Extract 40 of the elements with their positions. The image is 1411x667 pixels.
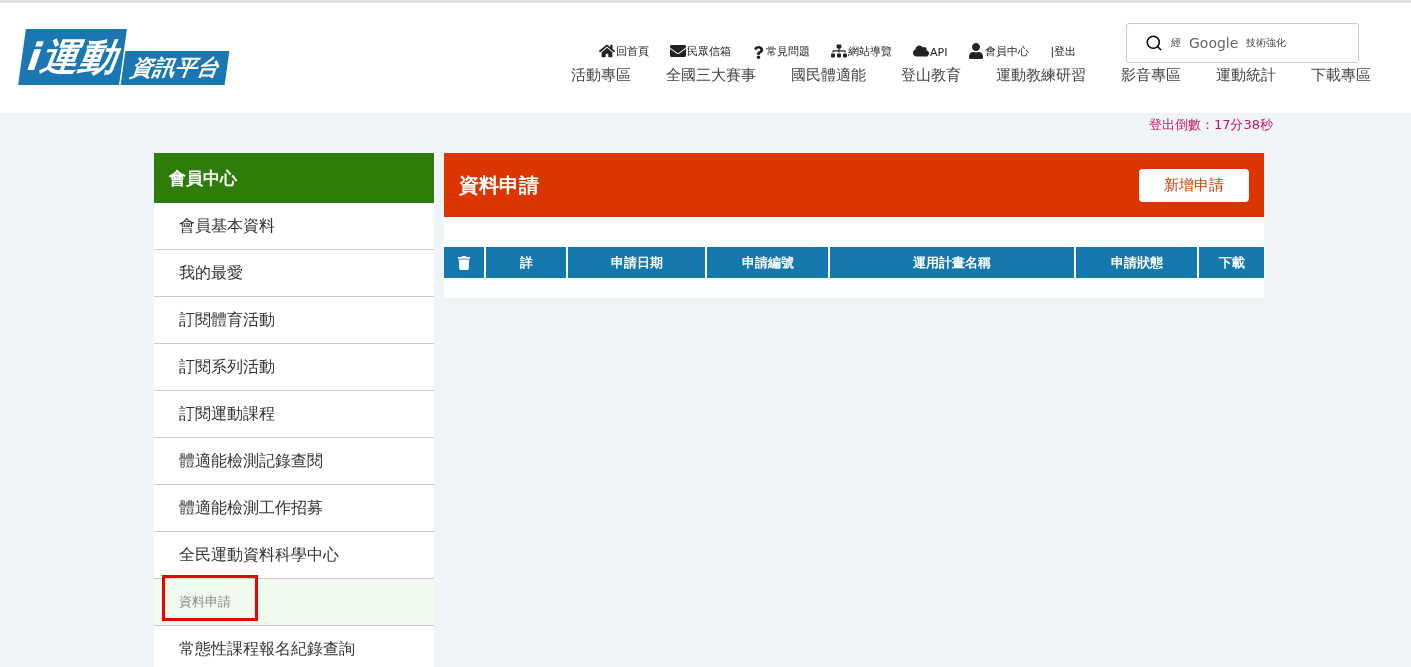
logout-countdown: 登出倒數：17分38秒 <box>1147 116 1273 134</box>
home-icon <box>599 43 615 59</box>
nav-link[interactable]: 運動統計 <box>1216 66 1276 85</box>
search-suffix: 技術強化 <box>1246 36 1287 50</box>
top-link[interactable]: 民眾信箱 <box>670 43 731 59</box>
add-request-button[interactable]: 新增申請 <box>1139 168 1249 202</box>
table-header: 運用計畫名稱 <box>830 247 1074 278</box>
logo-sub-text: 資訊平台 <box>120 51 230 85</box>
nav-link[interactable]: 活動專區 <box>571 66 631 85</box>
nav-link[interactable]: 下載專區 <box>1311 66 1371 85</box>
logo-main-text: i運動 <box>18 29 127 85</box>
top-link[interactable]: 回首頁 <box>599 43 649 59</box>
search-prefix: 經 <box>1171 36 1181 50</box>
sidebar-title: 會員中心 <box>154 153 434 203</box>
nav-link[interactable]: 國民體適能 <box>791 66 866 85</box>
search-box[interactable]: 經 Google 技術強化 <box>1126 23 1359 63</box>
cloud-icon <box>913 43 929 59</box>
mail-icon <box>670 43 686 59</box>
nav-link[interactable]: 影音專區 <box>1121 66 1181 85</box>
search-brand: Google <box>1189 35 1239 51</box>
top-link[interactable]: 網站導覽 <box>831 43 892 59</box>
table-header[interactable] <box>444 247 484 278</box>
user-icon <box>968 43 985 59</box>
top-link[interactable]: |登出 <box>1050 44 1077 59</box>
trash-icon <box>457 255 471 270</box>
nav-link[interactable]: 登山教育 <box>901 66 961 85</box>
nav-link[interactable]: 運動教練研習 <box>996 66 1086 85</box>
top-link[interactable]: 常見問題 <box>752 44 810 59</box>
nav-link[interactable]: 全國三大賽事 <box>666 66 756 85</box>
table-header: 詳 <box>486 247 566 278</box>
table-header: 申請編號 <box>707 247 828 278</box>
sitemap-icon <box>831 43 847 59</box>
table-header: 申請日期 <box>568 247 705 278</box>
help-icon <box>752 46 765 59</box>
top-link[interactable]: API <box>913 43 948 59</box>
table-header: 申請狀態 <box>1076 247 1197 278</box>
top-link[interactable]: 會員中心 <box>968 43 1030 59</box>
table-header: 下載 <box>1199 247 1264 278</box>
search-icon <box>1145 34 1163 52</box>
panel-title: 資料申請 <box>459 171 539 199</box>
